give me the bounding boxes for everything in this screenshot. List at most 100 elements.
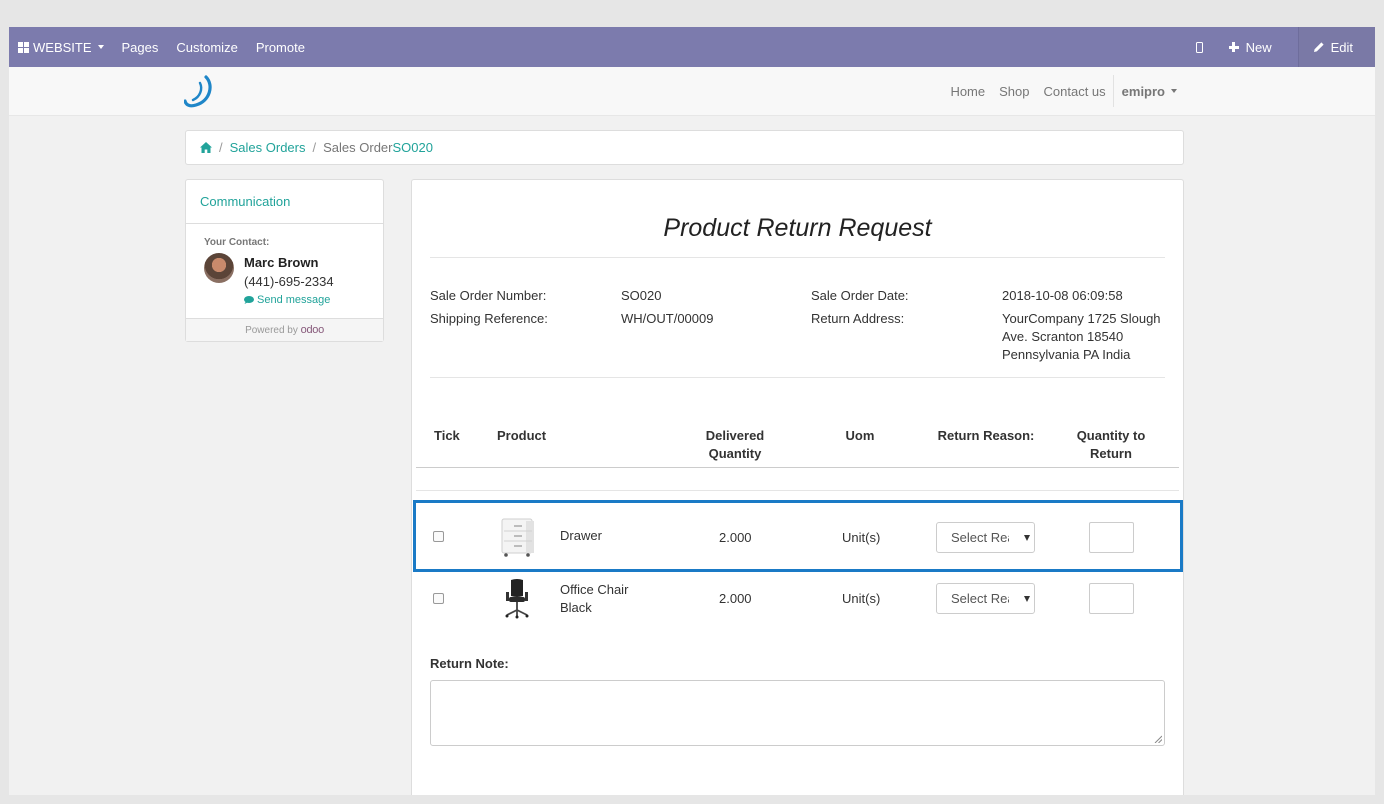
row-uom: Unit(s)	[842, 591, 881, 606]
odoo-logo[interactable]: odoo	[301, 324, 325, 336]
caret-down-icon	[1024, 535, 1030, 541]
order-info-values-right: 2018-10-08 06:09:58 YourCompany 1725 Slo…	[1002, 287, 1161, 364]
sale-order-number-value: SO020	[621, 288, 662, 303]
row-product-name: Drawer	[560, 528, 602, 543]
row-delivered-quantity: 2.000	[719, 591, 752, 606]
customize-menu[interactable]: Customize	[176, 40, 237, 55]
row-uom: Unit(s)	[842, 530, 881, 545]
table-row: Office Chair Black 2.000 Unit(s) Select …	[412, 572, 1183, 632]
return-note-textarea[interactable]	[430, 680, 1165, 746]
shipping-reference-label: Shipping Reference:	[430, 311, 548, 326]
admin-bar: WEBSITE Pages Customize Promote New Edit	[9, 27, 1375, 67]
breadcrumb-current-prefix: Sales Order	[323, 140, 393, 155]
nav-shop[interactable]: Shop	[999, 84, 1029, 99]
row-product-name-line: Office Chair	[560, 582, 629, 597]
office-chair-image	[505, 579, 529, 619]
table-header-rule	[416, 467, 1179, 468]
return-address-line: Ave. Scranton 18540	[1002, 329, 1124, 344]
website-menu-label: WEBSITE	[33, 39, 92, 55]
page-title: Product Return Request	[663, 214, 932, 242]
column-header-return-reason: Return Reason:	[937, 428, 1035, 443]
column-header-delivered-line: Quantity	[708, 446, 762, 461]
company-logo[interactable]	[184, 75, 214, 109]
communication-panel: Communication Your Contact: Marc Brown (…	[185, 179, 384, 342]
drawer-image	[501, 518, 534, 557]
table-row: Drawer 2.000 Unit(s) Select Rea	[413, 500, 1183, 572]
caret-down-icon	[97, 45, 104, 49]
mobile-preview-button[interactable]	[1195, 41, 1203, 53]
return-address-line: YourCompany 1725 Slough	[1002, 311, 1161, 326]
column-header-uom: Uom	[845, 428, 875, 443]
send-message-link[interactable]: Send message	[244, 294, 334, 306]
breadcrumb-separator: /	[219, 140, 223, 155]
order-info-values-left: SO020 WH/OUT/00009	[621, 287, 713, 328]
quantity-to-return-input[interactable]	[1089, 522, 1134, 553]
sale-order-date-value: 2018-10-08 06:09:58	[1002, 288, 1123, 303]
return-note-label: Return Note:	[430, 656, 509, 671]
pages-menu[interactable]: Pages	[122, 40, 159, 55]
divider	[430, 377, 1165, 378]
row-tick-checkbox[interactable]	[433, 593, 444, 604]
row-product-name: Office Chair Black	[560, 581, 628, 617]
site-header: Home Shop Contact us emipro	[9, 67, 1375, 116]
return-request-panel: Product Return Request Sale Order Number…	[411, 179, 1184, 795]
new-button-label: New	[1245, 39, 1272, 55]
nav-contact-us[interactable]: Contact us	[1044, 84, 1106, 99]
order-info-labels-right: Sale Order Date: Return Address:	[811, 287, 909, 328]
column-header-tick: Tick	[434, 428, 460, 443]
communication-link[interactable]: Communication	[186, 180, 383, 224]
nav-home[interactable]: Home	[950, 84, 985, 99]
return-reason-select[interactable]: Select Rea	[936, 583, 1035, 614]
breadcrumb-current-ref[interactable]: SO020	[393, 140, 433, 155]
contact-card: Your Contact: Marc Brown (441)-695-2334 …	[186, 224, 383, 319]
website-menu[interactable]: WEBSITE	[18, 40, 104, 55]
divider	[430, 257, 1165, 258]
breadcrumb: / Sales Orders / Sales Order SO020	[185, 130, 1184, 165]
avatar	[204, 253, 234, 283]
resize-handle-icon[interactable]	[1154, 735, 1162, 743]
browser-viewport: WEBSITE Pages Customize Promote New Edit	[9, 27, 1375, 795]
column-header-delivered: Delivered Quantity	[695, 427, 775, 463]
chat-bubble-icon	[244, 296, 254, 304]
powered-by: Powered by odoo	[186, 319, 383, 341]
quantity-to-return-input[interactable]	[1089, 583, 1134, 614]
row-delivered-quantity: 2.000	[719, 530, 752, 545]
main-nav: Home Shop Contact us emipro	[936, 67, 1177, 115]
column-header-product: Product	[497, 428, 547, 443]
home-icon[interactable]	[200, 142, 212, 153]
sale-order-number-label: Sale Order Number:	[430, 288, 547, 303]
contact-name: Marc Brown	[244, 255, 319, 270]
caret-down-icon	[1024, 596, 1030, 602]
return-reason-select[interactable]: Select Rea	[936, 522, 1035, 553]
new-button[interactable]: New	[1228, 39, 1272, 55]
table-row-separator	[416, 490, 1179, 491]
caret-down-icon	[1171, 89, 1177, 93]
pencil-icon	[1313, 42, 1324, 52]
column-header-quantity-line: Return	[1090, 446, 1132, 461]
return-address-label: Return Address:	[811, 311, 905, 326]
column-header-delivered-line: Delivered	[705, 428, 765, 443]
order-info-labels-left: Sale Order Number: Shipping Reference:	[430, 287, 548, 328]
return-reason-placeholder: Select Rea	[951, 530, 1009, 545]
shipping-reference-value: WH/OUT/00009	[621, 311, 714, 326]
user-menu[interactable]: emipro	[1122, 84, 1177, 99]
column-header-quantity-to-return: Quantity to Return	[1067, 427, 1155, 463]
column-header-quantity-line: Quantity to	[1076, 428, 1146, 443]
nav-divider	[1112, 75, 1114, 107]
row-tick-checkbox[interactable]	[433, 531, 444, 542]
promote-menu[interactable]: Promote	[256, 40, 305, 55]
edit-button-label: Edit	[1330, 39, 1353, 55]
breadcrumb-sales-orders[interactable]: Sales Orders	[230, 140, 306, 155]
apps-grid-icon	[18, 41, 29, 53]
row-product-variant: Black	[560, 600, 592, 615]
plus-icon	[1228, 42, 1239, 52]
send-message-label: Send message	[257, 294, 331, 306]
powered-by-label: Powered by	[245, 325, 298, 336]
return-address-line: Pennsylvania PA India	[1002, 347, 1131, 362]
edit-button[interactable]: Edit	[1297, 27, 1375, 67]
your-contact-label: Your Contact:	[204, 237, 270, 248]
breadcrumb-separator: /	[312, 140, 317, 155]
user-menu-label: emipro	[1121, 83, 1165, 99]
sale-order-date-label: Sale Order Date:	[811, 288, 909, 303]
return-reason-placeholder: Select Rea	[951, 591, 1009, 606]
